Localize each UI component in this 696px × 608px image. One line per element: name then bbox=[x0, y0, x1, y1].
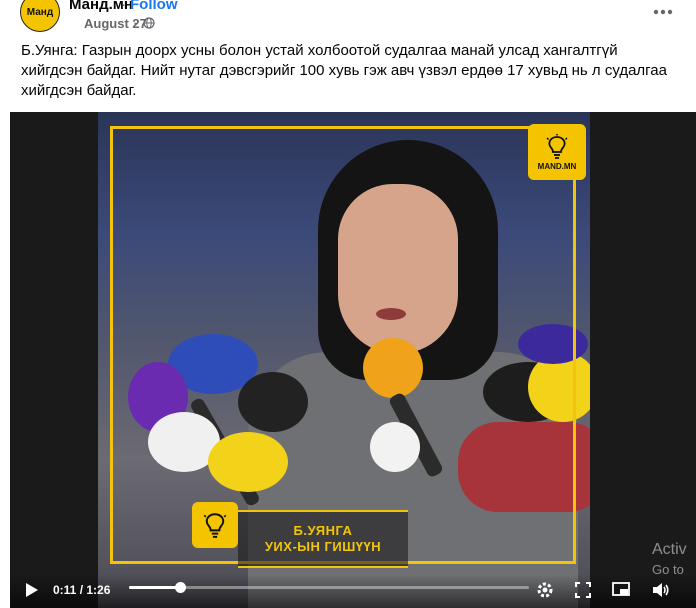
follow-button[interactable]: Follow bbox=[130, 0, 178, 13]
post-caption: Б.Уянга: Газрын доорх усны болон устай х… bbox=[21, 42, 667, 99]
logo-text: MAND.MN bbox=[537, 161, 577, 171]
name-plate: Б.УЯНГА УИХ-ЫН ГИШҮҮН bbox=[238, 510, 408, 568]
globe-icon bbox=[143, 17, 155, 29]
lightbulb-icon bbox=[546, 133, 568, 159]
miniplayer-icon bbox=[612, 582, 630, 596]
post-card: Манд Манд.мн · Follow August 27 · Б.Уянг… bbox=[0, 0, 696, 608]
video-player[interactable]: MAND.MN Б.УЯНГА УИХ-ЫН ГИШҮҮН 0:11 / 1:2… bbox=[10, 112, 696, 608]
yellow-frame bbox=[110, 126, 576, 564]
miniplayer-button[interactable] bbox=[610, 580, 632, 600]
video-frame: MAND.MN Б.УЯНГА УИХ-ЫН ГИШҮҮН bbox=[98, 112, 590, 608]
post-header: Манд Манд.мн · Follow August 27 · bbox=[0, 0, 696, 38]
fullscreen-button[interactable] bbox=[572, 580, 594, 600]
play-icon bbox=[26, 583, 38, 597]
volume-button[interactable] bbox=[650, 580, 672, 600]
mandmn-logo: MAND.MN bbox=[528, 124, 586, 180]
watermark-line1: Activ bbox=[652, 541, 687, 558]
progress-knob[interactable] bbox=[175, 582, 187, 593]
video-controls: 0:11 / 1:26 bbox=[10, 574, 696, 608]
more-options-button[interactable] bbox=[649, 0, 677, 24]
progress-fill bbox=[129, 586, 181, 589]
speaker-name: Б.УЯНГА bbox=[293, 523, 353, 538]
progress-bar[interactable] bbox=[129, 582, 529, 593]
avatar-text: Манд bbox=[26, 6, 54, 18]
speaker-title: УИХ-ЫН ГИШҮҮН bbox=[264, 539, 382, 554]
name-separator: · bbox=[121, 0, 126, 13]
time-display: 0:11 / 1:26 bbox=[53, 583, 111, 597]
volume-icon bbox=[653, 583, 669, 597]
play-button[interactable] bbox=[22, 580, 42, 600]
post-date[interactable]: August 27 bbox=[84, 16, 147, 31]
windows-activation-watermark: Activ Go to bbox=[652, 540, 687, 580]
lower-third-logo bbox=[192, 502, 238, 548]
watermark-line2: Go to bbox=[652, 562, 684, 577]
lightbulb-icon bbox=[203, 513, 227, 538]
page-avatar[interactable]: Манд bbox=[20, 0, 60, 32]
more-dots-icon bbox=[653, 9, 673, 15]
date-separator: · bbox=[133, 15, 138, 30]
gear-icon bbox=[537, 582, 553, 598]
fullscreen-icon bbox=[575, 582, 591, 598]
settings-button[interactable] bbox=[534, 580, 556, 600]
